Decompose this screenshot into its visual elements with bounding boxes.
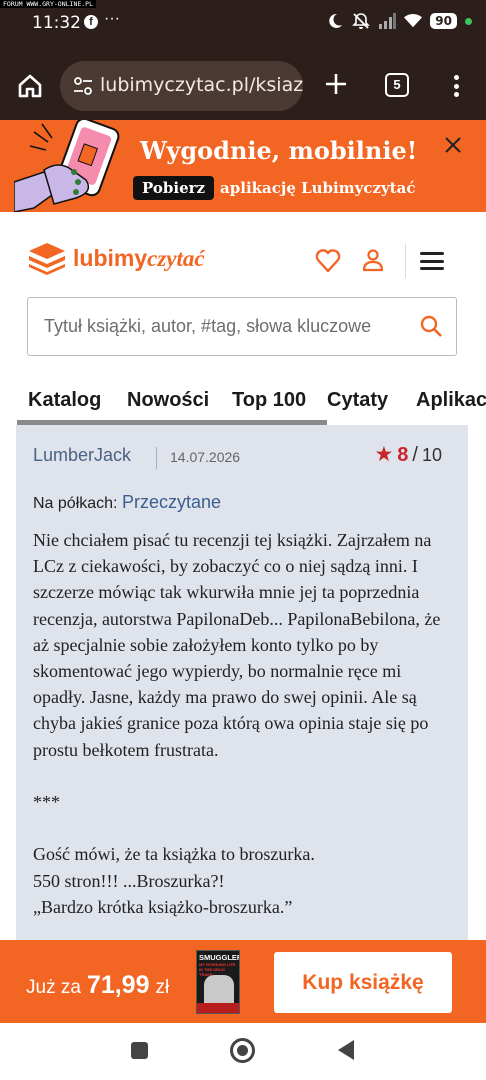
tab-katalog[interactable]: Katalog xyxy=(28,389,101,412)
back-icon[interactable] xyxy=(338,1040,354,1060)
cover-title: SMUGGLER xyxy=(199,953,240,962)
url-text: lubimyczytac.pl/ksiazk xyxy=(100,74,303,96)
app-promo-banner[interactable]: Wygodnie, mobilnie! Pobierz aplikację Lu… xyxy=(0,120,486,212)
buy-bar: Już za 71,99 zł SMUGGLER MY WORKING LIFE… xyxy=(0,940,486,1023)
review-rating: ★ 8 / 10 xyxy=(374,442,442,467)
banner-subtitle: aplikację Lubimyczytać xyxy=(220,179,416,197)
hamburger-menu-icon[interactable] xyxy=(420,252,444,270)
site-logo[interactable]: lubimyczytać xyxy=(27,241,205,275)
user-icon[interactable] xyxy=(362,248,384,272)
tab-cytaty[interactable]: Cytaty xyxy=(327,389,388,412)
status-time: 11:32 xyxy=(32,13,81,33)
address-row: lubimyczytac.pl/ksiazk 5 xyxy=(0,58,486,114)
watermark: FORUM WWW.GRY-ONLINE.PL xyxy=(0,0,97,8)
review-separator: *** xyxy=(33,792,60,813)
review-line: „Bardzo krótka książko-broszurka.” xyxy=(33,896,293,917)
buy-book-button[interactable]: Kup książkę xyxy=(274,952,452,1013)
do-not-disturb-moon-icon xyxy=(326,12,344,30)
star-icon: ★ xyxy=(374,443,394,466)
logo-text-czytac: czytać xyxy=(147,245,205,271)
browser-chrome: 11:32 f ··· 90 lubimyczytac.pl/ksiazk 5 xyxy=(0,0,486,120)
review-card: LumberJack 14.07.2026 ★ 8 / 10 Na półkac… xyxy=(16,425,468,945)
more-notifications-icon: ··· xyxy=(104,10,120,27)
recents-icon[interactable] xyxy=(131,1042,148,1059)
price: Już za 71,99 zł xyxy=(26,971,169,1000)
shelves-label: Na półkach: xyxy=(33,495,118,512)
book-cover-thumbnail[interactable]: SMUGGLER MY WORKING LIFE IN THE DRUG TRA… xyxy=(196,950,240,1014)
phone-hand-illustration xyxy=(14,120,120,212)
tab-top-100[interactable]: Top 100 xyxy=(232,389,306,412)
banner-title: Wygodnie, mobilnie! xyxy=(140,136,418,165)
browser-menu-icon[interactable] xyxy=(446,72,466,100)
rating-max: 10 xyxy=(421,445,442,465)
price-amount: 71,99 xyxy=(86,971,150,999)
review-line: Gość mówi, że ta książka to broszurka. xyxy=(33,844,315,865)
price-currency: zł xyxy=(155,977,170,998)
tab-nowosci[interactable]: Nowości xyxy=(127,389,209,412)
privacy-dot-icon xyxy=(465,17,472,25)
review-author-link[interactable]: LumberJack xyxy=(33,445,131,466)
review-paragraph: Nie chciałem pisać tu recenzji tej książ… xyxy=(33,530,441,760)
tab-aplikacja[interactable]: Aplikacja xyxy=(416,389,486,412)
signal-icon xyxy=(378,12,397,30)
rating-value: 8 xyxy=(397,444,409,466)
cover-band xyxy=(197,1003,239,1013)
tab-switcher-button[interactable]: 5 xyxy=(385,73,409,97)
category-nav: Katalog Nowości Top 100 Cytaty Aplikacja xyxy=(28,385,486,425)
mute-bell-icon xyxy=(352,12,371,30)
review-date: 14.07.2026 xyxy=(170,449,241,465)
url-bar[interactable]: lubimyczytac.pl/ksiazk xyxy=(60,61,303,111)
download-app-button[interactable]: Pobierz xyxy=(133,176,215,200)
search-input[interactable]: Tytuł książki, autor, #tag, słowa kluczo… xyxy=(27,297,457,356)
logo-text-lubimy: lubimy xyxy=(73,244,148,271)
wifi-icon xyxy=(404,12,423,30)
rating-slash: / xyxy=(412,444,418,466)
shelf-link-przeczytane[interactable]: Przeczytane xyxy=(122,492,221,512)
review-line: 550 stron!!! ...Broszurka?! xyxy=(33,870,225,891)
home-circle-icon[interactable] xyxy=(230,1038,255,1063)
close-icon[interactable] xyxy=(443,135,463,155)
price-prefix: Już za xyxy=(26,977,81,998)
home-icon[interactable] xyxy=(16,72,44,100)
battery-indicator: 90 xyxy=(430,13,457,29)
system-nav-bar xyxy=(0,1023,486,1080)
search-placeholder: Tytuł książki, autor, #tag, słowa kluczo… xyxy=(44,316,372,336)
site-header: lubimyczytać xyxy=(0,212,486,298)
author-date-divider xyxy=(156,447,157,469)
site-settings-icon[interactable] xyxy=(72,75,94,102)
heart-icon[interactable] xyxy=(315,248,341,274)
header-divider xyxy=(405,244,406,278)
new-tab-icon[interactable] xyxy=(322,70,350,98)
review-text: Nie chciałem pisać tu recenzji tej książ… xyxy=(33,527,458,920)
shelves-row: Na półkach: Przeczytane xyxy=(33,492,221,513)
book-stack-icon xyxy=(29,243,65,275)
search-icon[interactable] xyxy=(419,314,443,338)
banner-subtitle-row: Pobierz aplikację Lubimyczytać xyxy=(133,176,415,200)
facebook-notification-icon: f xyxy=(84,15,98,29)
